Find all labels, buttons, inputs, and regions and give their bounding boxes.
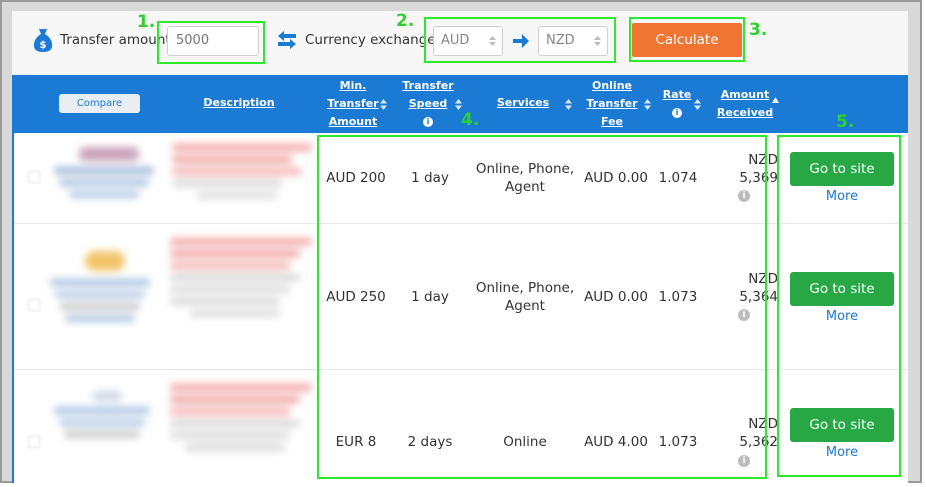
annotation-box-5 <box>777 135 901 477</box>
window-frame: $ Transfer amount 5000 Currency exchange… <box>0 0 922 483</box>
compare-checkbox[interactable] <box>28 171 40 183</box>
provider-logo <box>50 251 160 351</box>
header-rate-label: Rate <box>662 88 692 101</box>
annotation-box-3 <box>629 17 745 62</box>
provider-logo <box>52 391 162 471</box>
header-services[interactable]: Services <box>488 94 558 112</box>
currency-exchange-label: Currency exchange <box>305 32 436 48</box>
compare-button[interactable]: Compare <box>59 94 140 113</box>
header-amount-received[interactable]: Amount Received <box>714 86 776 122</box>
annotation-box-4 <box>317 135 767 479</box>
sort-icon[interactable] <box>380 99 387 110</box>
header-speed-line1: Transfer <box>402 79 454 92</box>
info-icon[interactable]: i <box>672 108 682 118</box>
provider-description <box>172 139 312 219</box>
header-fee-line1: Online <box>591 79 632 92</box>
header-transfer-speed[interactable]: Transfer Speed i <box>397 77 459 129</box>
provider-logo <box>54 147 164 217</box>
exchange-arrows-icon <box>278 31 296 49</box>
info-icon[interactable]: i <box>423 117 433 127</box>
header-fee-line3: Fee <box>601 115 623 128</box>
header-fee-line2: Transfer <box>586 97 638 110</box>
sort-ascending-icon[interactable] <box>772 97 779 103</box>
header-online-fee[interactable]: Online Transfer Fee <box>580 77 644 131</box>
annotation-label-4: 4. <box>461 110 480 130</box>
header-received-line2: Received <box>716 106 774 119</box>
annotation-label-2: 2. <box>396 11 415 31</box>
annotation-box-1 <box>157 21 265 64</box>
annotation-label-1: 1. <box>137 12 156 32</box>
header-received-line1: Amount <box>720 88 770 101</box>
provider-description <box>170 379 312 483</box>
sort-icon[interactable] <box>694 99 701 110</box>
header-rate[interactable]: Rate i <box>657 86 697 120</box>
header-description[interactable]: Description <box>194 94 284 112</box>
sort-icon[interactable] <box>455 99 462 110</box>
sort-icon[interactable] <box>644 99 651 110</box>
transfer-amount-label: Transfer amount <box>60 32 171 48</box>
compare-checkbox[interactable] <box>28 436 40 448</box>
header-speed-line2: Speed <box>408 97 448 110</box>
annotation-box-2 <box>424 17 616 63</box>
header-min-line3: Amount <box>328 115 378 128</box>
money-bag-icon: $ <box>33 29 53 52</box>
comparison-panel: $ Transfer amount 5000 Currency exchange… <box>12 11 908 483</box>
header-min-line2: Transfer <box>327 97 379 110</box>
svg-text:$: $ <box>40 40 47 51</box>
header-min-line1: Min. <box>339 79 367 92</box>
provider-description <box>170 233 312 363</box>
compare-checkbox[interactable] <box>28 299 40 311</box>
header-min-transfer[interactable]: Min. Transfer Amount <box>320 77 386 131</box>
annotation-label-3: 3. <box>749 20 768 40</box>
annotation-label-5: 5. <box>836 112 855 132</box>
sort-icon[interactable] <box>565 99 572 110</box>
